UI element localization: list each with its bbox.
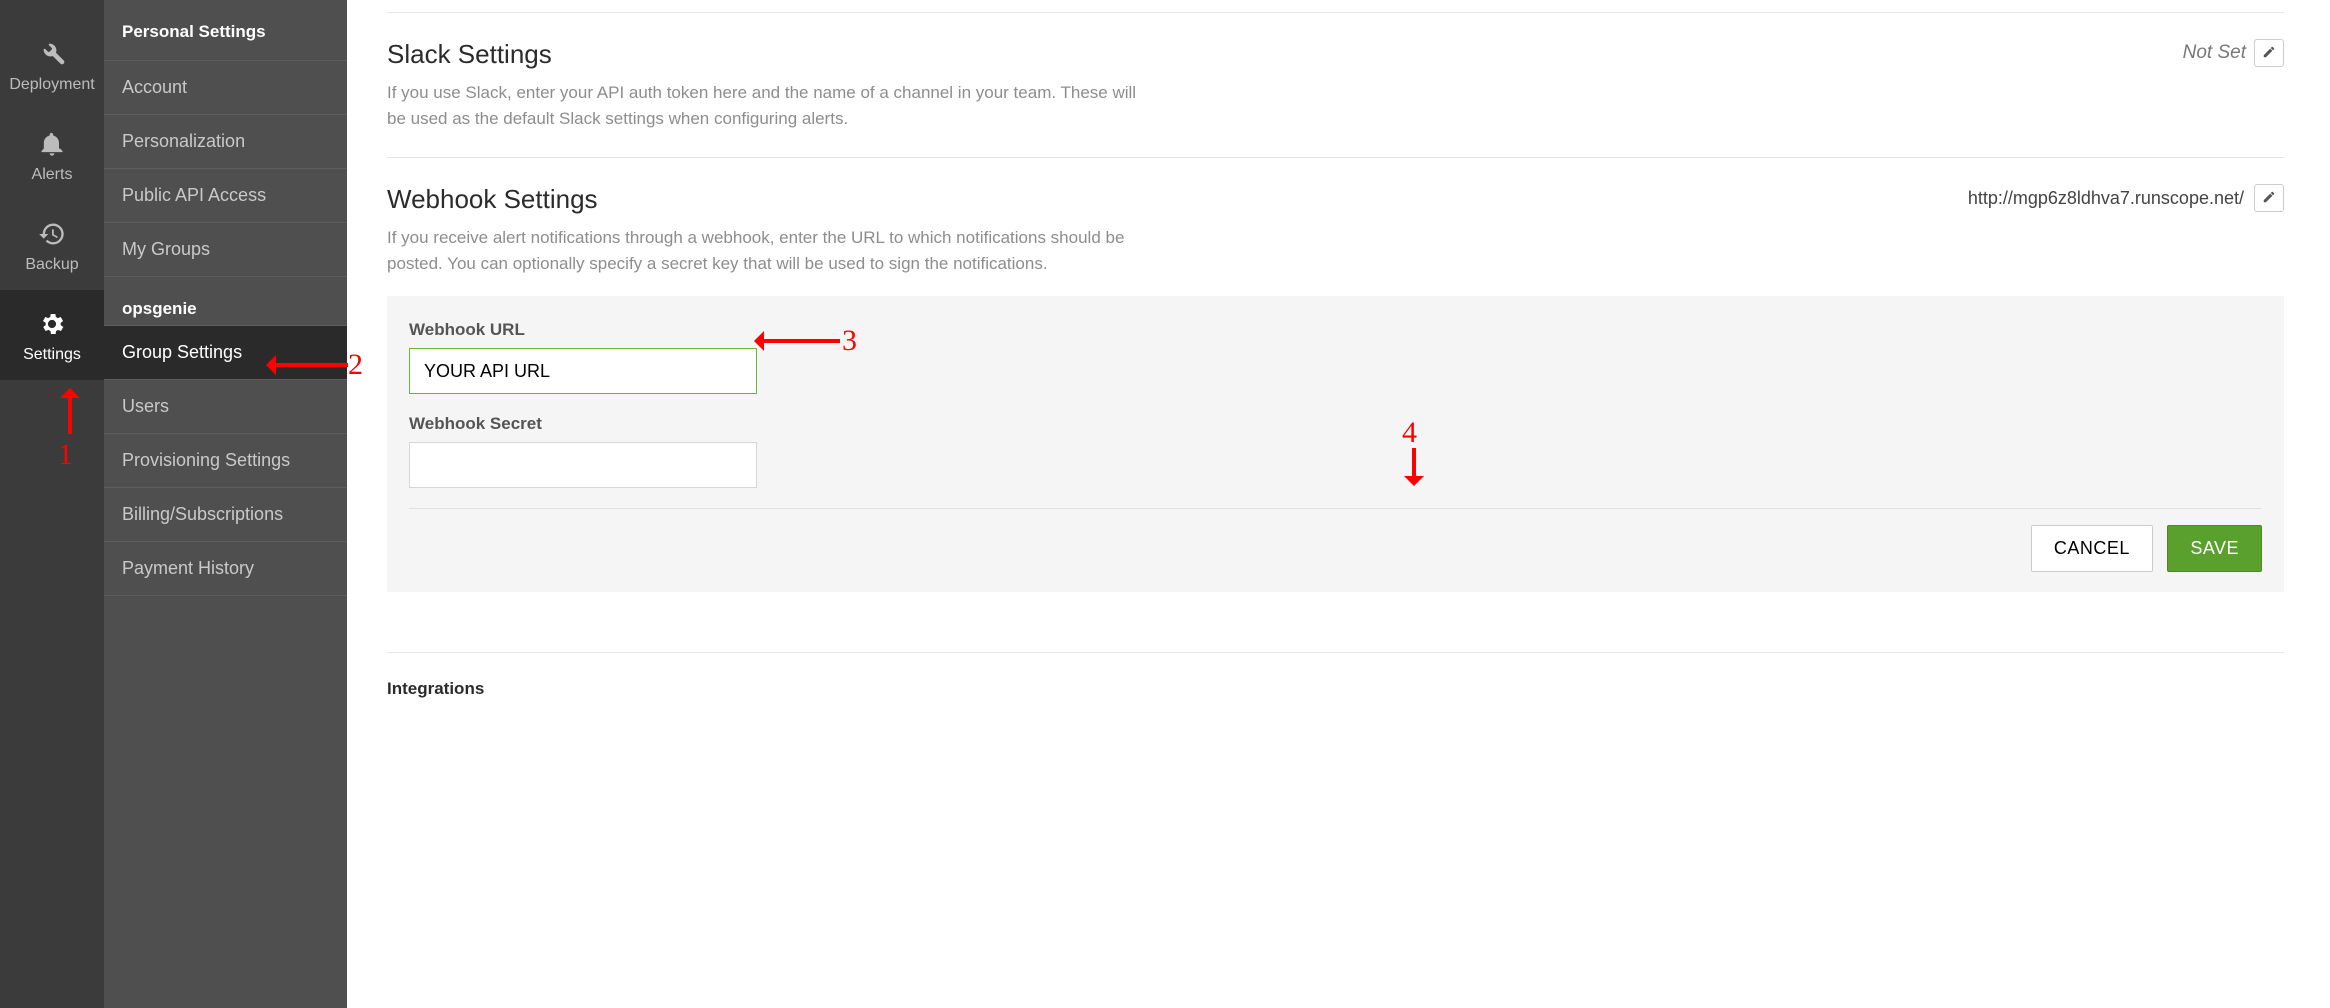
slack-section-header: Slack Settings If you use Slack, enter y… xyxy=(387,39,2284,131)
sidebar-section-title: Personal Settings xyxy=(104,0,347,60)
rail-label: Alerts xyxy=(0,166,104,184)
sidebar-item-public-api[interactable]: Public API Access xyxy=(104,168,347,222)
bell-icon xyxy=(0,130,104,158)
rail-item-backup[interactable]: Backup xyxy=(0,200,104,290)
edit-slack-button[interactable] xyxy=(2254,39,2284,67)
webhook-form: Webhook URL Webhook Secret CANCEL SAVE xyxy=(387,296,2284,592)
rail-item-settings[interactable]: Settings xyxy=(0,290,104,380)
rail-label: Deployment xyxy=(0,76,104,94)
cancel-button[interactable]: CANCEL xyxy=(2031,525,2153,572)
save-button[interactable]: SAVE xyxy=(2167,525,2262,572)
gear-icon xyxy=(0,310,104,338)
webhook-url-label: Webhook URL xyxy=(409,320,2262,340)
rail-label: Settings xyxy=(0,346,104,364)
pencil-icon xyxy=(2262,190,2276,207)
sidebar-item-users[interactable]: Users xyxy=(104,379,347,433)
sidebar-item-provisioning[interactable]: Provisioning Settings xyxy=(104,433,347,487)
webhook-current-url: http://mgp6z8ldhva7.runscope.net/ xyxy=(1968,184,2284,212)
sidebar-item-payment-history[interactable]: Payment History xyxy=(104,541,347,596)
wrench-icon xyxy=(0,40,104,68)
divider xyxy=(387,652,2284,653)
webhook-url-input[interactable] xyxy=(409,348,757,394)
sidebar-item-billing[interactable]: Billing/Subscriptions xyxy=(104,487,347,541)
divider xyxy=(387,157,2284,158)
settings-sidebar: Personal Settings Account Personalizatio… xyxy=(104,0,347,1008)
history-icon xyxy=(0,220,104,248)
slack-status: Not Set xyxy=(2183,39,2284,67)
rail-item-deployment[interactable]: Deployment xyxy=(0,20,104,110)
webhook-section-header: Webhook Settings If you receive alert no… xyxy=(387,184,2284,276)
webhook-title: Webhook Settings xyxy=(387,184,1147,215)
divider xyxy=(387,12,2284,13)
edit-webhook-button[interactable] xyxy=(2254,184,2284,212)
sidebar-item-account[interactable]: Account xyxy=(104,60,347,114)
webhook-description: If you receive alert notifications throu… xyxy=(387,225,1147,276)
webhook-secret-input[interactable] xyxy=(409,442,757,488)
slack-title: Slack Settings xyxy=(387,39,1147,70)
slack-description: If you use Slack, enter your API auth to… xyxy=(387,80,1147,131)
icon-rail: Deployment Alerts Backup Settings xyxy=(0,0,104,1008)
webhook-url-text: http://mgp6z8ldhva7.runscope.net/ xyxy=(1968,188,2244,209)
slack-status-text: Not Set xyxy=(2183,42,2246,64)
webhook-secret-label: Webhook Secret xyxy=(409,414,2262,434)
sidebar-item-my-groups[interactable]: My Groups xyxy=(104,222,347,277)
sidebar-group-label: opsgenie xyxy=(104,277,347,325)
sidebar-item-group-settings[interactable]: Group Settings xyxy=(104,325,347,379)
divider xyxy=(409,508,2262,509)
pencil-icon xyxy=(2262,45,2276,62)
main-content: Slack Settings If you use Slack, enter y… xyxy=(347,0,2330,719)
rail-label: Backup xyxy=(0,256,104,274)
integrations-heading: Integrations xyxy=(387,679,2284,699)
sidebar-item-personalization[interactable]: Personalization xyxy=(104,114,347,168)
rail-item-alerts[interactable]: Alerts xyxy=(0,110,104,200)
